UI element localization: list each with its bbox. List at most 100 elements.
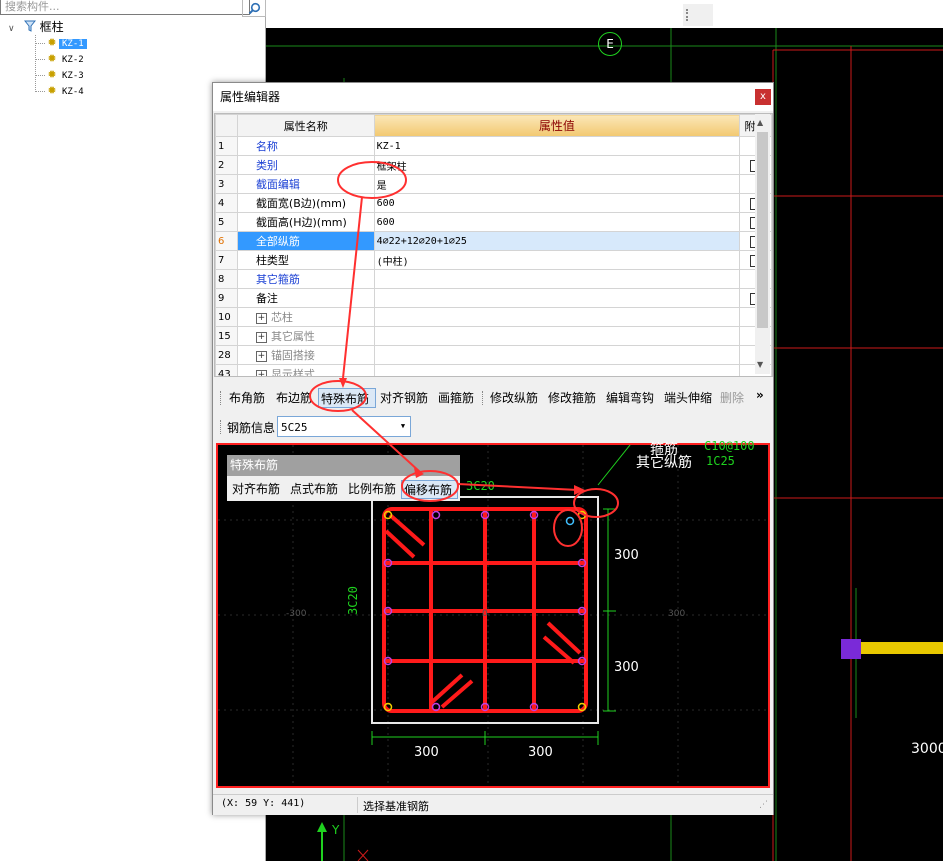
edit-hook-button[interactable]: 编辑弯钩 [604,388,656,408]
more-tools-icon[interactable]: » [754,385,766,405]
property-row[interactable]: 1 名称 KZ-1 [215,136,772,156]
property-value[interactable]: KZ-1 [373,136,741,156]
stirrup-spec: C10@100 [704,439,755,453]
property-value[interactable]: 600 [373,212,741,232]
other-rebar-point[interactable] [565,516,575,526]
row-number: 8 [215,269,238,289]
axis-tick-left: -300 [286,609,307,619]
draw-stirrup-button[interactable]: 画箍筋 [436,388,476,408]
row-number: 43 [215,364,238,376]
corner-rebar-button[interactable]: 布角筋 [227,388,267,408]
gear-icon: ✹ [47,68,57,81]
column-header-value: 属性值 [373,114,741,137]
property-value[interactable] [373,269,741,289]
property-name: + 芯柱 [236,307,375,327]
edit-longitudinal-button[interactable]: 修改纵筋 [488,388,540,408]
property-name: 其它箍筋 [236,269,375,289]
property-value[interactable]: 600 [373,193,741,213]
expand-icon[interactable]: + [255,312,267,324]
top-rebar-label: 3C20 [466,479,495,493]
expand-icon[interactable]: + [255,350,267,362]
axis-marker-e: E [598,32,622,56]
search-input[interactable]: 搜索构件... [0,0,250,15]
property-row[interactable]: 10 + 芯柱 [215,307,772,327]
special-rebar-popup: 特殊布筋 对齐布筋 点式布筋 比例布筋 偏移布筋 [227,455,460,501]
rebar-info-label: 钢筋信息 [227,421,276,435]
status-coords: (X: 59 Y: 441) [221,798,306,809]
rebar-info-select[interactable]: 5C25 ▼ [277,416,411,437]
property-row[interactable]: 28 + 锚固搭接 [215,345,772,365]
rebar-info-row: 钢筋信息 5C25 ▼ [215,415,635,439]
chevron-down-icon[interactable]: ∨ [8,24,15,34]
cad-top-toolbar [266,0,943,28]
end-extend-button[interactable]: 端头伸缩 [662,388,714,408]
property-value[interactable]: 是 [373,174,741,194]
property-value[interactable] [373,345,741,365]
dim-right-bottom: 300 [614,660,639,675]
tree-item-kz-3[interactable]: ✹ KZ-3 [45,67,87,83]
property-row[interactable]: 7 柱类型 (中柱) [215,250,772,270]
row-number: 9 [215,288,238,308]
property-name: 截面宽(B边)(mm) [236,193,375,213]
search-icon[interactable] [242,0,266,17]
property-name: 备注 [236,288,375,308]
dim-bottom-right: 300 [528,745,553,760]
status-bar: (X: 59 Y: 441) 选择基准钢筋 ⋰ [213,794,773,815]
close-button[interactable]: x [755,89,771,105]
row-number: 5 [215,212,238,232]
property-value[interactable]: 框架柱 [373,155,741,175]
property-row[interactable]: 5 截面高(H边)(mm) 600 [215,212,772,232]
edit-stirrup-button[interactable]: 修改箍筋 [546,388,598,408]
tree-root-label: 框柱 [39,20,64,34]
other-rebar-label: 其它纵筋 [636,455,692,471]
property-name: 截面编辑 [236,174,375,194]
resize-grip-icon[interactable]: ⋰ [759,800,768,810]
grid-scrollbar[interactable]: ▲ ▼ [755,114,770,374]
row-number: 10 [215,307,238,327]
point-layout-button[interactable]: 点式布筋 [288,480,340,499]
row-number: 2 [215,155,238,175]
property-value[interactable]: 4⌀22+12⌀20+1⌀25 [373,231,741,251]
tree-item-kz-2[interactable]: ✹ KZ-2 [45,51,87,67]
axis-tick-center: 0 [482,609,488,619]
dim-bottom-left: 300 [414,745,439,760]
scrollbar-thumb[interactable] [757,132,768,328]
align-layout-button[interactable]: 对齐布筋 [230,480,282,499]
property-name: 名称 [236,136,375,156]
property-row[interactable]: 43 + 显示样式 [215,364,772,376]
property-row[interactable]: 6 全部纵筋 4⌀22+12⌀20+1⌀25 [215,231,772,251]
ratio-layout-button[interactable]: 比例布筋 [346,480,398,499]
property-row[interactable]: 8 其它箍筋 [215,269,772,289]
expand-icon[interactable]: + [255,369,267,376]
dialog-title: 属性编辑器 [213,83,773,111]
special-rebar-button[interactable]: 特殊布筋 [318,388,376,408]
tree-root-frame-column[interactable]: ∨ 框柱 [8,19,64,35]
align-rebar-button[interactable]: 对齐钢筋 [378,388,430,408]
rebar-toolbar: 布角筋 布边筋 特殊布筋 对齐钢筋 画箍筋 修改纵筋 修改箍筋 编辑弯钩 端头伸… [215,385,771,411]
expand-icon[interactable]: + [255,331,267,343]
property-row[interactable]: 3 截面编辑是 [215,174,772,194]
property-row[interactable]: 15 + 其它属性 [215,326,772,346]
tree-item-kz-1[interactable]: ✹ KZ-1 [45,35,87,51]
property-value[interactable] [373,326,741,346]
property-value[interactable] [373,364,741,376]
y-axis-label: Y [332,823,340,837]
chevron-down-icon[interactable]: ▼ [396,417,410,436]
property-name: 类别 [236,155,375,175]
group-label: 其它属性 [270,330,315,343]
tree-item-kz-4[interactable]: ✹ KZ-4 [45,83,87,99]
offset-layout-button[interactable]: 偏移布筋 [401,480,458,499]
property-value[interactable] [373,288,741,308]
rebar-point[interactable] [431,510,441,520]
property-value[interactable]: (中柱) [373,250,741,270]
property-row[interactable]: 4 截面宽(B边)(mm) 600 [215,193,772,213]
toolbar-grip[interactable] [683,4,713,26]
axis-tick-right: 300 [668,609,686,619]
property-row[interactable]: 9 备注 [215,288,772,308]
property-value[interactable] [373,307,741,327]
property-name: + 显示样式 [236,364,375,376]
edge-rebar-button[interactable]: 布边筋 [274,388,314,408]
delete-button[interactable]: 删除 [718,388,746,408]
row-number: 1 [215,136,238,156]
property-row[interactable]: 2 类别 框架柱 [215,155,772,175]
